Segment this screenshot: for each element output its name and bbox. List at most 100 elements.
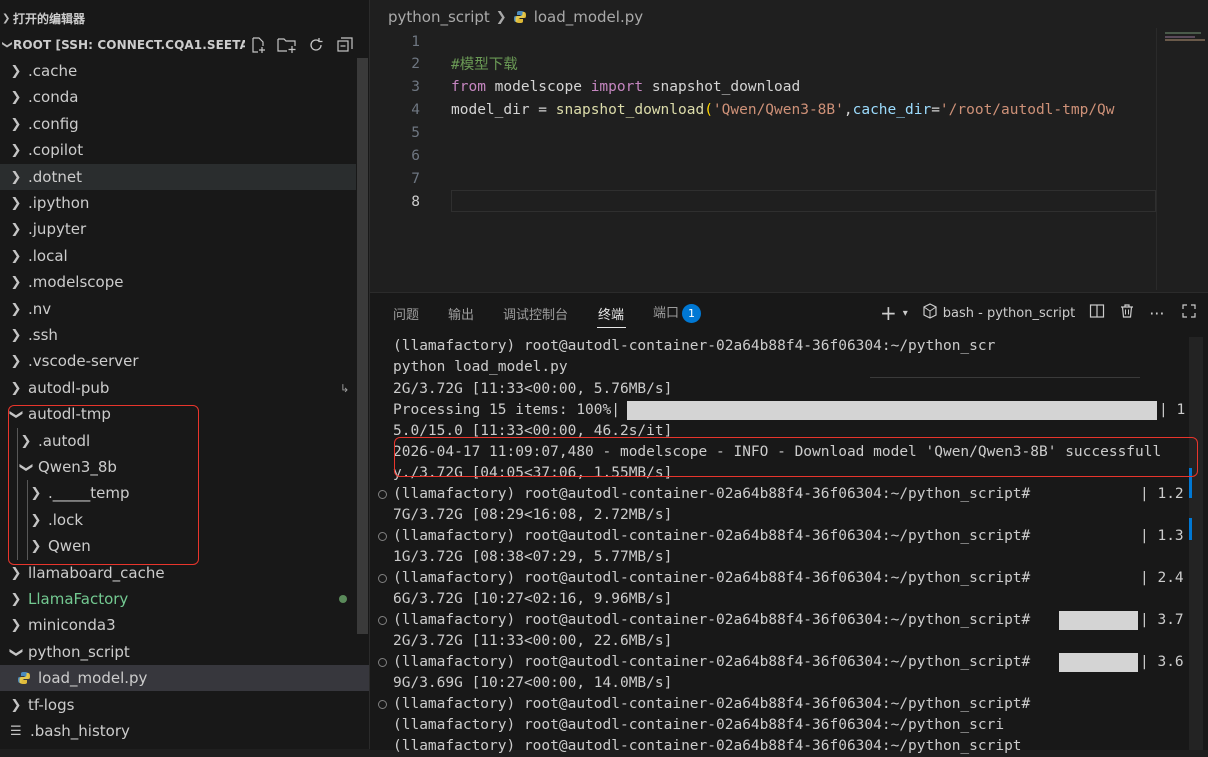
root-folder-header[interactable]: ❯ ROOT [SSH: CONNECT.CQA1.SEETA...: [0, 32, 369, 58]
root-folder-title: ROOT [SSH: CONNECT.CQA1.SEETA...: [13, 38, 245, 52]
line-number: 5: [411, 124, 420, 141]
tree-folder-autodl-hidden[interactable]: ❯ .autodl: [0, 428, 356, 454]
tree-item-label: .ssh: [28, 326, 58, 344]
tree-folder-temp[interactable]: ❯ ._____temp: [0, 480, 356, 506]
chevron-down-icon[interactable]: ▾: [903, 308, 908, 319]
tree-item-label: .vscode-server: [28, 352, 139, 370]
code-operator: =: [529, 101, 556, 118]
terminal-line: 6G/3.72G [10:27<02:16, 9.96MB/s]: [393, 591, 673, 607]
tree-folder-qwen[interactable]: ❯ Qwen: [0, 533, 356, 559]
tree-folder-autodl-tmp[interactable]: ❯ autodl-tmp: [0, 401, 356, 427]
command-decoration-icon[interactable]: [378, 532, 387, 541]
refresh-icon[interactable]: [306, 35, 326, 55]
chevron-down-icon: ❯: [8, 408, 24, 420]
tab-problems[interactable]: 问题: [393, 304, 419, 323]
tree-file-load-model[interactable]: load_model.py: [0, 665, 369, 691]
tree-item-label: .local: [28, 247, 68, 265]
python-file-icon: [513, 10, 527, 24]
line-number: 4: [411, 101, 420, 118]
tab-debug-console[interactable]: 调试控制台: [503, 304, 568, 323]
tree-folder-tf-logs[interactable]: ❯ tf-logs: [0, 692, 356, 718]
chevron-right-icon: ❯: [10, 697, 22, 713]
tree-item-label: Qwen3_8b: [38, 458, 117, 476]
tree-file-bash-history[interactable]: ☰ .bash_history: [0, 718, 356, 744]
command-decoration-icon[interactable]: [378, 700, 387, 709]
terminal-line: | 1.3: [1140, 528, 1184, 544]
breadcrumb-folder[interactable]: python_script: [388, 8, 490, 26]
code-line[interactable]: 3 from modelscope import snapshot_downloa…: [370, 75, 1156, 98]
more-actions-icon[interactable]: ···: [1149, 304, 1164, 323]
tree-folder-nv[interactable]: ❯ .nv: [0, 296, 356, 322]
line-number: 1: [411, 33, 420, 50]
terminal-line: (llamafactory) root@autodl-container-02a…: [393, 654, 1031, 670]
terminal-line: python load_model.py: [393, 359, 568, 375]
split-terminal-icon[interactable]: [1089, 303, 1105, 323]
tree-item-label: .cache: [28, 62, 78, 80]
chevron-right-icon: ❯: [10, 274, 22, 290]
terminal-line: 7G/3.72G [08:29<16:08, 2.72MB/s]: [393, 507, 673, 523]
code-editor: python_script ❯ load_model.py 1 2 #模型下载 3…: [370, 0, 1208, 292]
terminal-line: (llamafactory) root@autodl-container-02a…: [393, 696, 1031, 712]
tree-folder-cache[interactable]: ❯ .cache: [0, 58, 356, 84]
tree-folder-config[interactable]: ❯ .config: [0, 111, 356, 137]
code-line[interactable]: 4 model_dir = snapshot_download('Qwen/Qwe…: [370, 98, 1156, 121]
code-line[interactable]: 1: [370, 30, 1156, 53]
breadcrumb: python_script ❯ load_model.py: [388, 8, 643, 26]
tree-folder-lock[interactable]: ❯ .lock: [0, 507, 356, 533]
line-number: 8: [411, 193, 420, 210]
tree-folder-llamafactory[interactable]: ❯ LlamaFactory: [0, 586, 356, 612]
tab-output[interactable]: 输出: [448, 304, 474, 323]
tree-folder-python-script[interactable]: ❯ python_script: [0, 639, 356, 665]
tree-folder-autodl-pub[interactable]: ❯ autodl-pub ↳: [0, 375, 356, 401]
trash-icon[interactable]: [1119, 303, 1135, 323]
command-decoration-icon[interactable]: [378, 658, 387, 667]
terminal-scrollbar[interactable]: [1189, 337, 1203, 750]
tree-item-label: ._____temp: [48, 484, 130, 502]
chevron-right-icon: ❯: [10, 195, 22, 211]
code-line[interactable]: 8: [370, 190, 1156, 213]
code-line[interactable]: 7: [370, 167, 1156, 190]
command-decoration-icon[interactable]: [378, 490, 387, 499]
terminal-line: (llamafactory) root@autodl-container-02a…: [393, 338, 996, 354]
tab-terminal[interactable]: 终端: [598, 304, 624, 323]
minimap[interactable]: [1156, 28, 1208, 290]
terminal-name[interactable]: bash - python_script: [943, 306, 1075, 321]
add-terminal-icon[interactable]: +: [880, 301, 897, 325]
breadcrumb-file[interactable]: load_model.py: [534, 8, 643, 26]
indent-guide: [27, 480, 28, 560]
tree-folder-dotnet[interactable]: ❯ .dotnet: [0, 164, 356, 190]
line-number: 7: [411, 170, 420, 187]
tree-folder-conda[interactable]: ❯ .conda: [0, 84, 356, 110]
new-folder-icon[interactable]: [277, 35, 297, 55]
code-line[interactable]: 2 #模型下载: [370, 52, 1156, 75]
tree-folder-jupyter[interactable]: ❯ .jupyter: [0, 216, 356, 242]
tree-item-label: autodl-pub: [28, 379, 110, 397]
tree-folder-modelscope[interactable]: ❯ .modelscope: [0, 269, 356, 295]
code-line[interactable]: 6: [370, 144, 1156, 167]
maximize-panel-icon[interactable]: [1182, 304, 1197, 322]
open-editors-header[interactable]: ❯ 打开的编辑器: [0, 5, 369, 31]
code-param: cache_dir: [852, 101, 932, 118]
tab-ports[interactable]: 端口 1: [653, 302, 702, 323]
panel-tab-bar: 问题 输出 调试控制台 终端 端口 1 + ▾ bash - python_scr…: [370, 293, 1208, 333]
command-decoration-icon[interactable]: [378, 616, 387, 625]
terminal-line: | 3.7: [1140, 612, 1184, 628]
tree-folder-vscode-server[interactable]: ❯ .vscode-server: [0, 348, 356, 374]
new-file-icon[interactable]: [248, 35, 268, 55]
tree-folder-llamaboard-cache[interactable]: ❯ llamaboard_cache: [0, 560, 356, 586]
tree-folder-miniconda3[interactable]: ❯ miniconda3: [0, 612, 356, 638]
terminal-toolbar: + ▾ bash - python_script ···: [880, 301, 1197, 325]
tree-folder-copilot[interactable]: ❯ .copilot: [0, 137, 356, 163]
tree-folder-qwen3-8b[interactable]: ❯ Qwen3_8b: [0, 454, 356, 480]
tree-folder-ipython[interactable]: ❯ .ipython: [0, 190, 356, 216]
tree-folder-ssh[interactable]: ❯ .ssh: [0, 322, 356, 348]
command-decoration-icon[interactable]: [378, 574, 387, 583]
code-string: '/root/autodl-tmp/Qw: [939, 101, 1115, 118]
chevron-right-icon: ❯: [10, 301, 22, 317]
sidebar-scrollbar[interactable]: [357, 58, 368, 634]
collapse-all-icon[interactable]: [335, 35, 355, 55]
tree-folder-local[interactable]: ❯ .local: [0, 243, 356, 269]
code-line[interactable]: 5: [370, 121, 1156, 144]
terminal-line: | 1.2: [1140, 486, 1184, 502]
explorer-sidebar: ❯ 打开的编辑器 ❯ ROOT [SSH: CONNECT.CQA1.SEETA…: [0, 0, 370, 749]
